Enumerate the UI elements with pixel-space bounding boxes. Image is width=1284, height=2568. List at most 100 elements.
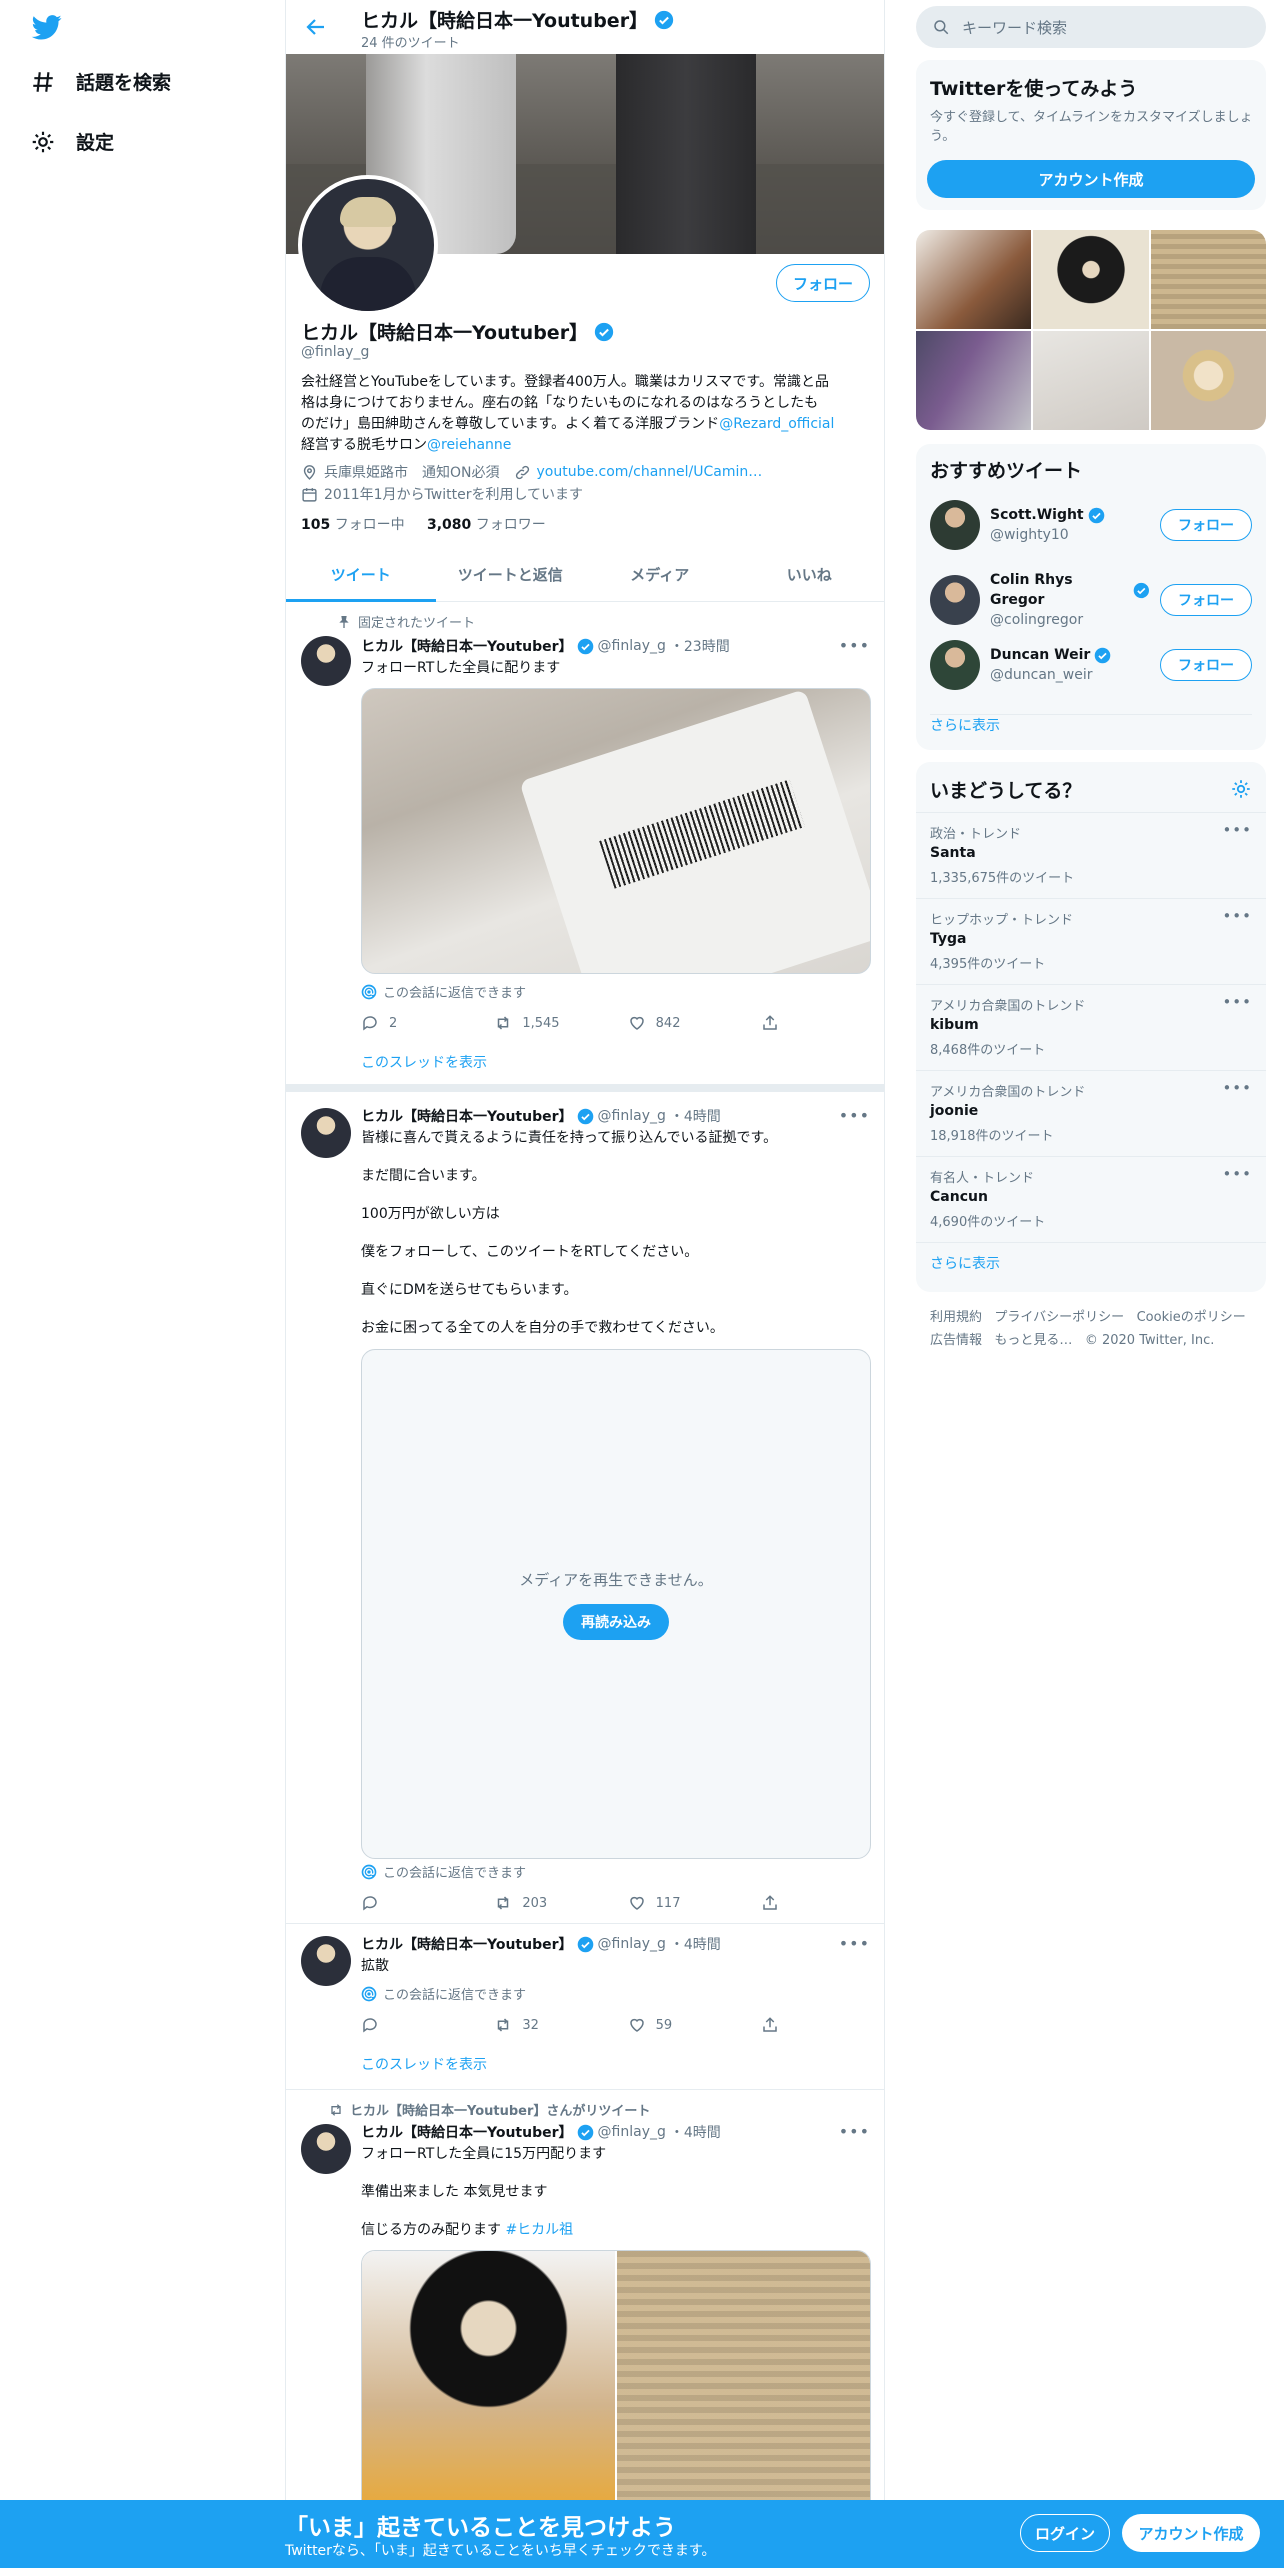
suggested-user-name[interactable]: Duncan Weir [990, 645, 1090, 665]
gear-icon[interactable] [1230, 778, 1252, 800]
reply-button[interactable]: 2 [361, 1014, 471, 1032]
profile-url[interactable]: youtube.com/channel/UCamin… [537, 464, 763, 480]
trend-more-icon[interactable]: ••• [1222, 1079, 1252, 1097]
suggested-user[interactable]: Duncan Weir @duncan_weir フォロー [930, 640, 1252, 690]
tweet-item[interactable]: 固定されたツイート ヒカル【時給日本一Youtuber】 @finlay_g ・… [286, 602, 884, 1090]
share-button[interactable] [761, 1014, 801, 1032]
tweet-photo[interactable] [362, 2251, 615, 2500]
footer-link-privacy[interactable]: プライバシーポリシー [994, 1310, 1124, 1325]
retweeted-by-text[interactable]: ヒカル【時給日本一Youtuber】さんがリツイート [350, 2100, 650, 2119]
tweet-avatar[interactable] [301, 1936, 351, 1986]
tweet-more-icon[interactable]: ••• [839, 1934, 870, 1953]
show-thread-link[interactable]: このスレッドを表示 [361, 2054, 487, 2074]
trend-item[interactable]: アメリカ合衆国のトレンド joonie 18,918件のツイート ••• [916, 1070, 1266, 1156]
retweet-button[interactable]: 1,545 [494, 1014, 604, 1032]
trend-item[interactable]: ヒップホップ・トレンド Tyga 4,395件のツイート ••• [916, 898, 1266, 984]
retweet-count: 32 [522, 2017, 539, 2033]
back-arrow-icon[interactable] [304, 15, 328, 39]
follow-button[interactable]: フォロー [1160, 509, 1252, 541]
bio-link-rezard[interactable]: @Rezard_official [719, 416, 834, 432]
show-more-suggestions[interactable]: さらに表示 [930, 714, 1252, 735]
tweet-item[interactable]: ヒカル【時給日本一Youtuber】 @finlay_g ・4時間 ••• 拡散… [286, 1924, 884, 2090]
share-button[interactable] [761, 2016, 801, 2034]
retweet-button[interactable]: 203 [494, 1894, 604, 1912]
following-link[interactable]: 105 フォロー中 [301, 517, 405, 533]
profile-avatar[interactable] [298, 175, 438, 315]
follow-button[interactable]: フォロー [776, 264, 870, 302]
tweet-avatar[interactable] [301, 2124, 351, 2174]
tweet-item[interactable]: ヒカル【時給日本一Youtuber】 @finlay_g ・4時間 ••• 皆様… [286, 1092, 884, 1924]
tab-likes[interactable]: いいね [735, 548, 885, 601]
suggested-user-avatar[interactable] [930, 575, 980, 625]
followers-link[interactable]: 3,080 フォロワー [427, 517, 546, 533]
nav-settings[interactable]: 設定 [30, 128, 114, 155]
tweet-photo[interactable] [617, 2251, 870, 2500]
gallery-photo[interactable] [916, 230, 1032, 329]
suggested-user-name[interactable]: Scott.Wight [990, 505, 1084, 525]
login-button[interactable]: ログイン [1020, 2514, 1110, 2552]
tweet-author[interactable]: ヒカル【時給日本一Youtuber】 [361, 636, 573, 656]
gallery-photo[interactable] [1033, 331, 1149, 430]
trend-item[interactable]: 政治・トレンド Santa 1,335,675件のツイート ••• [916, 812, 1266, 898]
suggested-user-handle: @colingregor [990, 612, 1084, 628]
follow-button[interactable]: フォロー [1160, 584, 1252, 616]
suggested-user-avatar[interactable] [930, 640, 980, 690]
tweet-avatar[interactable] [301, 636, 351, 686]
tweet-author[interactable]: ヒカル【時給日本一Youtuber】 [361, 2122, 573, 2142]
retweet-button[interactable]: 32 [494, 2016, 604, 2034]
follow-button[interactable]: フォロー [1160, 649, 1252, 681]
footer-link-more[interactable]: もっと見る… [994, 1333, 1072, 1348]
hashtag-link[interactable]: #ヒカル祖 [505, 2222, 573, 2238]
trend-more-icon[interactable]: ••• [1222, 993, 1252, 1011]
trend-more-icon[interactable]: ••• [1222, 1165, 1252, 1183]
tab-tweets[interactable]: ツイート [286, 548, 436, 602]
like-button[interactable]: 59 [628, 2016, 738, 2034]
video-player[interactable]: メディアを再生できません。 再読み込み [361, 1349, 871, 1859]
tweet-more-icon[interactable]: ••• [839, 636, 870, 655]
trend-item[interactable]: アメリカ合衆国のトレンド kibum 8,468件のツイート ••• [916, 984, 1266, 1070]
tweet-photo[interactable] [361, 688, 871, 974]
hashtag-icon [33, 71, 53, 92]
trend-more-icon[interactable]: ••• [1222, 821, 1252, 839]
twitter-logo-icon[interactable] [30, 12, 64, 42]
tweet-time[interactable]: ・23時間 [670, 636, 730, 656]
gallery-photo[interactable] [1033, 230, 1149, 329]
suggested-user[interactable]: Colin Rhys Gregor @colingregor フォロー [930, 570, 1252, 630]
reply-button[interactable] [361, 1894, 471, 1912]
gallery-photo[interactable] [1150, 331, 1266, 430]
tweet-time[interactable]: ・4時間 [670, 1106, 721, 1126]
footer-link-terms[interactable]: 利用規約 [930, 1310, 982, 1325]
reply-button[interactable] [361, 2016, 471, 2034]
show-more-trends[interactable]: さらに表示 [916, 1242, 1266, 1292]
tweet-item[interactable]: ヒカル【時給日本一Youtuber】さんがリツイート ヒカル【時給日本一Yout… [286, 2090, 884, 2500]
footer-link-ads[interactable]: 広告情報 [930, 1333, 982, 1348]
tweet-author[interactable]: ヒカル【時給日本一Youtuber】 [361, 1934, 573, 1954]
bio-link-reiehanne[interactable]: @reiehanne [427, 437, 511, 453]
suggested-user-avatar[interactable] [930, 500, 980, 550]
tab-tweets-and-replies[interactable]: ツイートと返信 [436, 548, 586, 601]
gallery-photo[interactable] [916, 331, 1032, 430]
tweet-more-icon[interactable]: ••• [839, 1106, 870, 1125]
like-button[interactable]: 842 [628, 1014, 738, 1032]
tweet-avatar[interactable] [301, 1108, 351, 1158]
suggested-user[interactable]: Scott.Wight @wighty10 フォロー [930, 500, 1252, 550]
signup-button[interactable]: アカウント作成 [1122, 2514, 1260, 2552]
tweet-author[interactable]: ヒカル【時給日本一Youtuber】 [361, 1106, 573, 1126]
show-thread-link[interactable]: このスレッドを表示 [361, 1052, 487, 1072]
trend-more-icon[interactable]: ••• [1222, 907, 1252, 925]
suggested-user-name[interactable]: Colin Rhys Gregor [990, 570, 1129, 610]
footer-link-cookie[interactable]: Cookieのポリシー [1137, 1310, 1246, 1325]
tweet-time[interactable]: ・4時間 [670, 1934, 721, 1954]
search-box[interactable]: キーワード検索 [916, 6, 1266, 48]
tweet-time[interactable]: ・4時間 [670, 2122, 721, 2142]
nav-explore[interactable]: 話題を検索 [30, 68, 171, 95]
reload-button[interactable]: 再読み込み [563, 1603, 669, 1640]
share-button[interactable] [761, 1894, 801, 1912]
create-account-button[interactable]: アカウント作成 [927, 160, 1255, 198]
gallery-photo[interactable] [1150, 230, 1266, 329]
like-button[interactable]: 117 [628, 1894, 738, 1912]
tweet-more-icon[interactable]: ••• [839, 2122, 870, 2141]
tab-media[interactable]: メディア [585, 548, 735, 601]
trend-item[interactable]: 有名人・トレンド Cancun 4,690件のツイート ••• [916, 1156, 1266, 1242]
pinned-text: 固定されたツイート [358, 616, 476, 631]
